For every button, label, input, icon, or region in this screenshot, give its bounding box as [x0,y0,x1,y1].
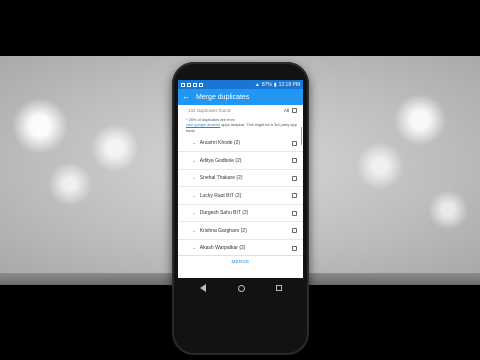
contact-name: Durgesh Sahu BIT (2) [199,210,249,217]
duplicates-list: ⌄ Anushri Khode (2) ⌄ Aditya Godbole (2)… [178,135,303,258]
contact-name: Aditya Godbole (2) [199,157,242,164]
item-checkbox[interactable] [292,245,297,251]
list-item[interactable]: ⌄ Durgesh Sahu BIT (2) [178,205,303,223]
notification-icon [193,82,197,87]
contact-name: Krishna Gargharo (2) [199,227,247,234]
list-item-left: ⌄ Snehal Thakare (2) [192,175,243,181]
status-right: ▲ 87% ▮ 12:18 PM [255,82,300,88]
item-checkbox[interactable] [292,228,297,234]
list-item[interactable]: ⌄ Aditya Godbole (2) [178,152,303,170]
nav-back-icon[interactable] [200,284,206,292]
android-nav-bar [200,282,282,294]
app-bar: ← Merge duplicates [178,89,303,105]
duplicate-notice: * 25% of duplicates are from com.google.… [186,117,297,133]
page-title: Merge duplicates [196,93,250,101]
notification-icon [199,82,203,87]
list-item[interactable]: ⌄ Krishna Gargharo (2) [178,222,303,240]
clock: 12:18 PM [278,81,300,88]
item-checkbox[interactable] [292,210,297,216]
merge-label: MERGE [231,259,250,264]
list-item[interactable]: ⌄ Snehal Thakare (2) [178,170,303,188]
item-checkbox[interactable] [292,158,297,164]
battery-icon: ▮ [273,81,277,88]
notice-prefix: * 25% of duplicates are from [186,117,235,122]
list-item-left: ⌄ Durgesh Sahu BIT (2) [192,210,248,216]
chevron-down-icon[interactable]: ⌄ [192,140,196,146]
notice-link[interactable]: com.google.android [186,122,220,127]
signal-icon: ▲ [254,81,260,88]
notification-icons [181,82,203,87]
list-item[interactable]: ⌄ Lucky Raut BIT (2) [178,187,303,205]
duplicates-count: 132 duplicates found [188,108,231,113]
back-arrow-icon[interactable]: ← [182,93,190,101]
item-checkbox[interactable] [292,193,297,199]
chevron-down-icon[interactable]: ⌄ [192,210,196,216]
chevron-down-icon[interactable]: ⌄ [192,158,196,164]
contact-name: Lucky Raut BIT (2) [199,192,242,199]
contact-name: Anushri Khode (2) [199,140,241,147]
contact-name: Snehal Thakare (2) [199,175,243,182]
list-item-left: ⌄ Anushri Khode (2) [192,140,240,146]
phone-screen: ▲ 87% ▮ 12:18 PM ← Merge duplicates 132 … [178,80,303,278]
status-bar: ▲ 87% ▮ 12:18 PM [178,80,303,89]
chevron-down-icon[interactable]: ⌄ [192,228,196,234]
nav-recent-icon[interactable] [276,285,282,291]
contact-name: Akash Warpatkar (2) [199,245,246,252]
list-item-left: ⌄ Akash Warpatkar (2) [192,245,245,251]
notification-icon [181,82,185,87]
select-all-label: All [283,108,289,113]
item-checkbox[interactable] [292,175,297,181]
item-checkbox[interactable] [292,140,297,146]
merge-button[interactable]: MERGE [178,255,303,267]
battery-percent: 87% [261,81,272,88]
list-item-left: ⌄ Krishna Gargharo (2) [192,228,247,234]
chevron-down-icon[interactable]: ⌄ [192,193,196,199]
list-header: 132 duplicates found All [178,105,303,115]
notification-icon [187,82,191,87]
list-item[interactable]: ⌄ Anushri Khode (2) [178,135,303,153]
chevron-down-icon[interactable]: ⌄ [192,245,196,251]
chevron-down-icon[interactable]: ⌄ [192,175,196,181]
duplicates-content: 132 duplicates found All * 25% of duplic… [178,105,303,267]
scrollbar[interactable] [300,127,302,145]
nav-home-icon[interactable] [237,284,245,292]
select-all-checkbox[interactable] [292,108,297,113]
list-item-left: ⌄ Aditya Godbole (2) [192,158,241,164]
select-all[interactable]: All [284,108,297,113]
list-item-left: ⌄ Lucky Raut BIT (2) [192,193,241,199]
